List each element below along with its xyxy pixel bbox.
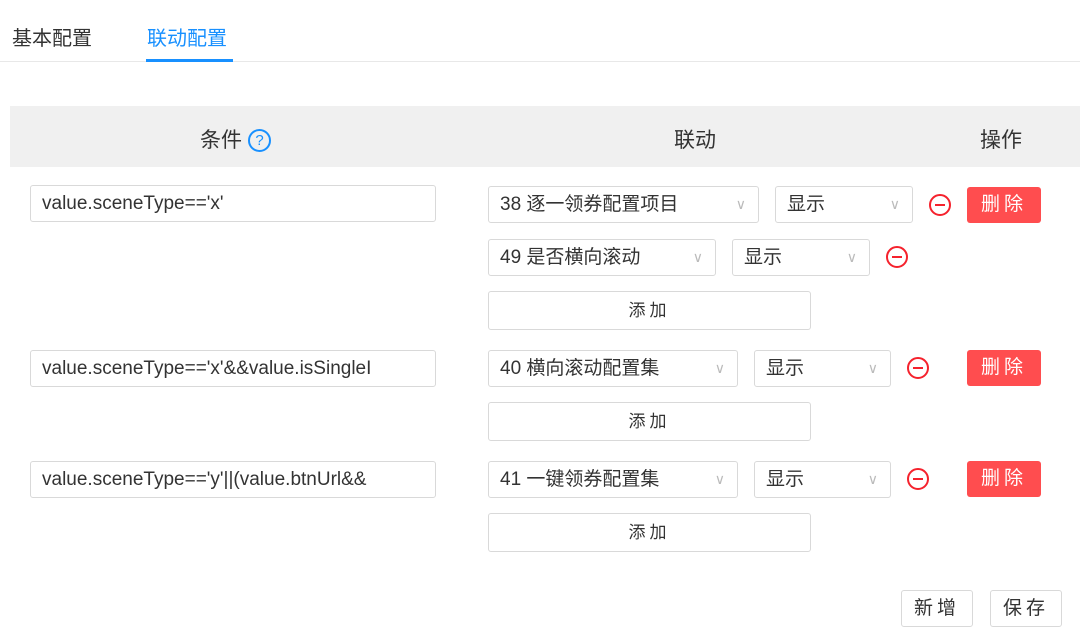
field-select[interactable]: 38 逐一领券配置项目 ∨ xyxy=(488,186,759,223)
column-condition-label: 条件 xyxy=(200,129,242,152)
state-select-value: 显示 xyxy=(744,247,783,268)
add-link-button[interactable]: 添加 xyxy=(488,402,811,441)
remove-link-icon[interactable] xyxy=(929,194,951,216)
state-select[interactable]: 显示 ∨ xyxy=(754,461,891,498)
state-select[interactable]: 显示 ∨ xyxy=(732,239,870,276)
chevron-down-icon: ∨ xyxy=(714,360,725,376)
help-icon[interactable]: ? xyxy=(248,129,271,152)
tab-basic-config[interactable]: 基本配置 xyxy=(12,22,92,51)
condition-input[interactable]: value.sceneType=='x'&&value.isSingleI xyxy=(30,350,436,387)
condition-input[interactable]: value.sceneType=='x' xyxy=(30,185,436,222)
chevron-down-icon: ∨ xyxy=(846,249,857,265)
field-select[interactable]: 41 一键领券配置集 ∨ xyxy=(488,461,738,498)
chevron-down-icon: ∨ xyxy=(867,471,878,487)
tab-linkage-config[interactable]: 联动配置 xyxy=(147,22,227,51)
condition-input[interactable]: value.sceneType=='y'||(value.btnUrl&& xyxy=(30,461,436,498)
active-tab-indicator xyxy=(146,59,233,62)
delete-button[interactable]: 删除 xyxy=(967,187,1041,223)
new-button[interactable]: 新增 xyxy=(901,590,973,627)
delete-button[interactable]: 删除 xyxy=(967,461,1041,497)
delete-button[interactable]: 删除 xyxy=(967,350,1041,386)
state-select[interactable]: 显示 ∨ xyxy=(754,350,891,387)
add-link-button[interactable]: 添加 xyxy=(488,513,811,552)
field-select[interactable]: 49 是否横向滚动 ∨ xyxy=(488,239,716,276)
field-select[interactable]: 40 横向滚动配置集 ∨ xyxy=(488,350,738,387)
field-select-value: 38 逐一领券配置项目 xyxy=(500,194,679,215)
remove-link-icon[interactable] xyxy=(907,468,929,490)
chevron-down-icon: ∨ xyxy=(735,196,746,212)
state-select-value: 显示 xyxy=(766,358,805,379)
chevron-down-icon: ∨ xyxy=(692,249,703,265)
column-action: 操作 xyxy=(980,129,1022,152)
column-linkage: 联动 xyxy=(674,129,716,152)
state-select[interactable]: 显示 ∨ xyxy=(775,186,913,223)
table-header xyxy=(10,106,1080,167)
remove-link-icon[interactable] xyxy=(886,246,908,268)
column-condition: 条件? xyxy=(200,124,271,154)
save-button[interactable]: 保存 xyxy=(990,590,1062,627)
state-select-value: 显示 xyxy=(766,469,805,490)
field-select-value: 49 是否横向滚动 xyxy=(500,247,641,268)
remove-link-icon[interactable] xyxy=(907,357,929,379)
field-select-value: 41 一键领券配置集 xyxy=(500,469,660,490)
chevron-down-icon: ∨ xyxy=(714,471,725,487)
state-select-value: 显示 xyxy=(787,194,826,215)
chevron-down-icon: ∨ xyxy=(889,196,900,212)
field-select-value: 40 横向滚动配置集 xyxy=(500,358,660,379)
add-link-button[interactable]: 添加 xyxy=(488,291,811,330)
chevron-down-icon: ∨ xyxy=(867,360,878,376)
